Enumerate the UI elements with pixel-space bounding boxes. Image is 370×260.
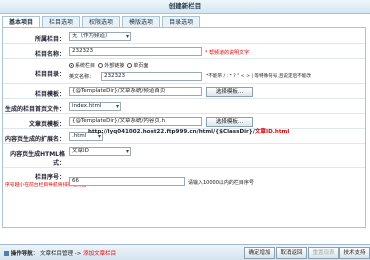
html-rule-select[interactable]: 文章ID bbox=[69, 147, 131, 156]
html-rule-label: 内容页生成HTML格式： bbox=[10, 151, 65, 167]
row-name: 栏目名称： 232323 * 帮频道的说明文字 bbox=[3, 45, 365, 59]
dir-prefix: 英文名称： bbox=[69, 74, 95, 80]
select-template-button[interactable]: 选择模板... bbox=[206, 87, 253, 97]
extension-label: 内容页生成的扩展名： bbox=[4, 136, 65, 143]
reset-form-button[interactable]: 重置现表 bbox=[308, 247, 339, 259]
window-title: 创建新栏目 bbox=[0, 0, 370, 14]
radio-system-column[interactable] bbox=[69, 63, 74, 68]
breadcrumb-item-add-column: 添加文章栏目 bbox=[83, 251, 117, 257]
breadcrumb-item-column-manage[interactable]: 文章栏目管理 bbox=[40, 251, 73, 257]
row-template: 栏目模板： {@TemplateDir}/文章系统/频道首页 选择模板... bbox=[3, 85, 365, 99]
tech-support-button[interactable]: 技术支持 bbox=[339, 247, 370, 259]
name-hint: * 帮频道的说明文字 bbox=[205, 50, 250, 56]
dir-label: 栏目目录： bbox=[34, 71, 65, 78]
radio-external-link[interactable] bbox=[98, 63, 104, 68]
radio-external-label: 外部链接 bbox=[104, 63, 125, 69]
radio-system-label: 系统栏目 bbox=[75, 63, 96, 69]
parent-label: 所属栏目： bbox=[34, 36, 65, 43]
name-label: 栏目名称： bbox=[34, 51, 65, 58]
row-html-rule: 内容页生成HTML格式： 文章ID bbox=[3, 145, 365, 168]
breadcrumb: 操作导航： 文章栏目管理 -> 添加文章栏目 bbox=[4, 249, 116, 257]
index-file-label: 生成的栏目首页文件： bbox=[4, 106, 65, 113]
row-parent: 所属栏目： 无（作为频道） bbox=[3, 30, 365, 44]
select-content-template-button[interactable]: 选择模板... bbox=[206, 117, 253, 127]
url-suffix: 文章ID.html bbox=[254, 129, 290, 135]
template-input[interactable]: {@TemplateDir}/文章系统/频道首页 bbox=[69, 87, 202, 96]
order-label: 栏目序号： bbox=[34, 174, 65, 181]
radio-single-page[interactable] bbox=[127, 63, 133, 68]
content-template-input[interactable]: {@TemplateDir}/文章系统/内容页.h bbox=[69, 117, 202, 126]
index-file-select[interactable]: index.html bbox=[69, 102, 121, 111]
radio-single-label: 单页面 bbox=[133, 63, 149, 69]
row-index-file: 生成的栏目首页文件： index.html bbox=[3, 100, 365, 114]
order-input[interactable]: 66 bbox=[69, 177, 185, 186]
parent-select[interactable]: 无（作为频道） bbox=[69, 32, 131, 41]
name-input[interactable]: 232323 bbox=[69, 47, 202, 56]
url-preview: http://lyq041002.host22.ftp999.cn/html/{… bbox=[88, 127, 289, 135]
confirm-add-button[interactable]: 确定增加 bbox=[244, 247, 275, 259]
nav-icon bbox=[4, 251, 9, 256]
row-order: 栏目序号： 序号越小在前台栏目导航将排得越前面 66 请输入10000以内的栏目… bbox=[3, 169, 365, 195]
dir-hint: *不能带 / : * ? " < > | 等特殊符号,且说定后不能改 bbox=[206, 74, 311, 79]
cancel-return-button[interactable]: 取消返回 bbox=[276, 247, 307, 259]
status-bar: 操作导航： 文章栏目管理 -> 添加文章栏目 确定增加 取消返回 重置现表 技术… bbox=[0, 244, 370, 260]
url-prefix: http://lyq041002.host22.ftp999.cn/html/{… bbox=[88, 129, 255, 135]
template-label: 栏目模板： bbox=[34, 91, 65, 98]
nav-label: 操作导航 bbox=[10, 251, 33, 257]
dir-input[interactable]: 232323 bbox=[101, 72, 202, 81]
order-help: 请输入10000以内的栏目序号 bbox=[188, 180, 254, 186]
dir-type-radio-group: 系统栏目 外部链接 单页面 bbox=[69, 62, 148, 69]
row-dir: 栏目目录： 系统栏目 外部链接 单页面 英文名称： 232323 *不能带 / … bbox=[3, 60, 365, 84]
content-template-label: 文章页模板： bbox=[28, 121, 65, 128]
